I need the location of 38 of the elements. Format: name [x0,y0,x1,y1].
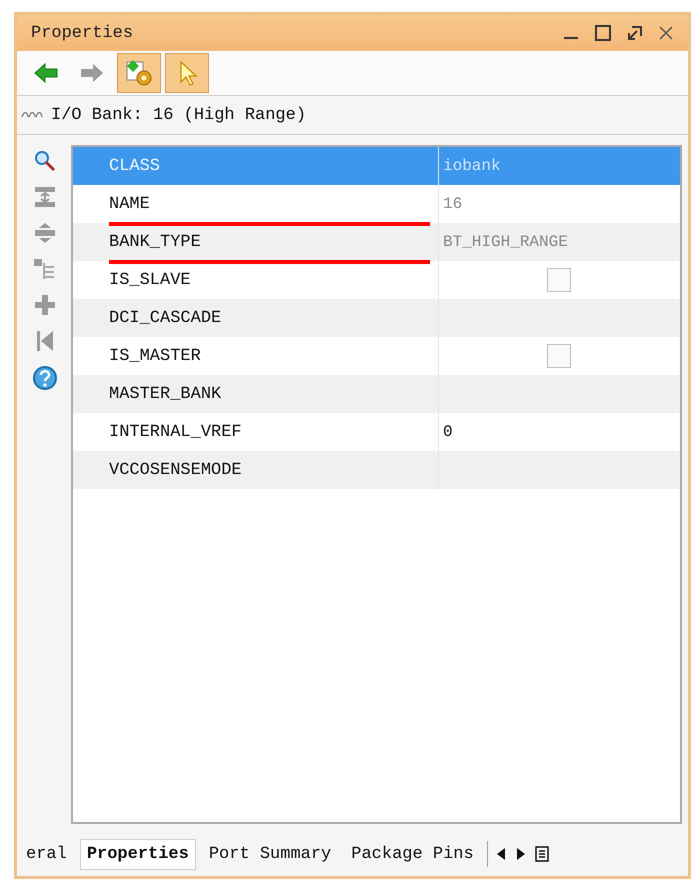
expand-all-icon[interactable] [33,221,57,245]
restore-icon[interactable] [626,24,644,42]
tab[interactable]: Properties [80,838,196,870]
left-arrow-icon [33,62,59,84]
tab[interactable]: Package Pins [344,838,481,870]
object-title: I/O Bank: 16 (High Range) [51,106,306,124]
property-name: IS_MASTER [109,346,201,366]
property-name: BANK_TYPE [109,232,201,252]
close-icon[interactable] [658,25,674,41]
property-value: BT_HIGH_RANGE [443,233,568,251]
tab[interactable]: Port Summary [202,838,338,870]
property-value: iobank [443,157,501,175]
maximize-icon[interactable] [594,24,612,42]
window-title: Properties [31,24,134,42]
tab-list-icon[interactable] [534,846,550,862]
property-name: NAME [109,194,150,214]
checkbox[interactable] [547,344,571,368]
property-name: CLASS [109,156,160,176]
right-arrow-icon [79,62,105,84]
property-row[interactable]: MASTER_BANK [73,375,680,413]
pointer-button[interactable] [165,53,209,93]
property-value: 16 [443,195,462,213]
collapse-all-icon[interactable] [33,185,57,209]
property-row[interactable]: VCCOSENSEMODE [73,451,680,489]
checkbox[interactable] [547,268,571,292]
plus-icon[interactable] [33,293,57,317]
help-icon[interactable] [32,365,58,391]
property-value: 0 [443,423,453,441]
property-name: DCI_CASCADE [109,308,222,328]
property-name: INTERNAL_VREF [109,422,242,442]
property-name: VCCOSENSEMODE [109,460,242,480]
property-row[interactable]: BANK_TYPE BT_HIGH_RANGE [73,223,680,261]
search-icon[interactable] [33,149,57,173]
tree-icon[interactable] [33,257,57,281]
property-row[interactable]: DCI_CASCADE [73,299,680,337]
property-name: IS_SLAVE [109,270,191,290]
tab[interactable]: eral [19,838,74,870]
property-name: MASTER_BANK [109,384,222,404]
